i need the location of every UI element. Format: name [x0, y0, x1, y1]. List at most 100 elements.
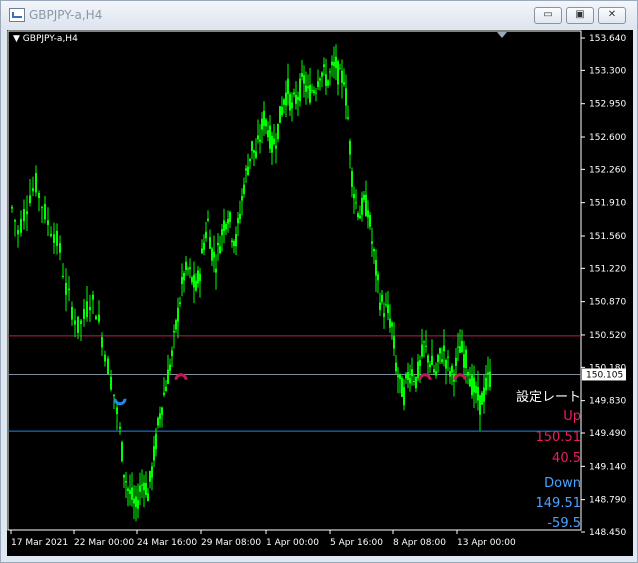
- candle-body: [297, 96, 299, 101]
- price-tick-label: 150.520: [589, 331, 626, 341]
- candle-body: [116, 407, 118, 415]
- candle-body: [41, 207, 43, 209]
- candle-body: [465, 349, 467, 369]
- candle-body: [143, 482, 145, 491]
- candle-body: [68, 288, 70, 291]
- candle-body: [375, 260, 377, 276]
- candle-body: [443, 345, 445, 352]
- price-tick-label: 153.300: [589, 66, 626, 76]
- candle-body: [407, 372, 409, 380]
- candle-body: [419, 360, 421, 367]
- candle-body: [471, 375, 473, 396]
- candle-body: [175, 320, 177, 330]
- candle-body: [92, 294, 94, 300]
- candle-body: [417, 361, 419, 378]
- candle-body: [293, 92, 295, 95]
- candle-body: [259, 139, 261, 142]
- candle-body: [181, 276, 183, 285]
- candle-body: [77, 316, 79, 333]
- down-label: Down: [544, 476, 581, 491]
- candle-body: [381, 294, 383, 302]
- candle-body: [411, 369, 413, 377]
- candle-body: [395, 362, 397, 372]
- candle-body: [255, 151, 257, 158]
- candle-body: [349, 140, 351, 155]
- up-value: 150.51: [535, 430, 582, 445]
- candle-body: [135, 496, 137, 508]
- chart-canvas[interactable]: 153.640 153.300 152.950 152.600 152.260 151.9…: [7, 30, 633, 556]
- candle-body: [165, 386, 167, 392]
- candle-body: [59, 243, 61, 253]
- candle-body: [145, 483, 147, 496]
- candle-body: [173, 330, 175, 333]
- candle-body: [361, 197, 363, 215]
- candle-body: [229, 212, 231, 222]
- window-title: GBPJPY-a,H4: [29, 8, 103, 22]
- candle-body: [137, 500, 139, 509]
- candle-body: [123, 474, 125, 478]
- candle-body: [445, 359, 447, 369]
- candle-body: [287, 78, 289, 95]
- maximize-button[interactable]: ▣: [566, 7, 594, 24]
- candle-body: [425, 345, 427, 347]
- symbol-dropdown-icon[interactable]: ▼: [13, 34, 20, 44]
- candle-body: [213, 251, 215, 258]
- candle-body: [241, 196, 243, 201]
- candle-body: [71, 307, 73, 320]
- candle-body: [313, 90, 315, 93]
- candle-body: [209, 237, 211, 249]
- candle-body: [415, 376, 417, 389]
- candle-body: [365, 194, 367, 216]
- candle-body: [237, 218, 239, 224]
- candle-body: [327, 80, 329, 86]
- chart-window: GBPJPY-a,H4 ▭ ▣ ✕ 153.640 153.300 152.950 1…: [0, 0, 638, 563]
- candle-body: [463, 354, 465, 368]
- candle-body: [347, 117, 349, 119]
- candle-body: [233, 241, 235, 247]
- candle-body: [399, 374, 401, 379]
- candle-body: [243, 184, 245, 194]
- chart-icon: [9, 8, 25, 22]
- candle-body: [475, 385, 477, 394]
- down-diff: -59.5: [547, 516, 581, 531]
- candle-body: [307, 86, 309, 89]
- candle-body: [447, 356, 449, 358]
- candle-body: [405, 373, 407, 379]
- candle-body: [459, 346, 461, 353]
- minimize-button[interactable]: ▭: [534, 7, 562, 24]
- up-signal-marker-icon-arc: [418, 373, 432, 380]
- candle-body: [38, 192, 40, 199]
- candle-body: [427, 355, 429, 363]
- close-button[interactable]: ✕: [598, 7, 626, 24]
- candle-body: [467, 372, 469, 376]
- candle-body: [277, 123, 279, 140]
- candle-body: [153, 446, 155, 461]
- candle-body: [159, 413, 161, 419]
- candle-body: [183, 272, 185, 281]
- candle-body: [291, 102, 293, 109]
- price-tick-label: 151.220: [589, 264, 626, 274]
- candle-body: [271, 135, 273, 153]
- candle-body: [401, 377, 403, 397]
- candle-body: [421, 344, 423, 357]
- time-tick-label: 13 Apr 00:00: [457, 538, 516, 548]
- candle-body: [29, 195, 31, 204]
- candle-body: [413, 380, 415, 382]
- candle-body: [261, 118, 263, 130]
- candle-body: [311, 90, 313, 92]
- candle-body: [50, 233, 52, 237]
- candle-body: [125, 481, 127, 483]
- price-tick-label: 153.640: [589, 34, 626, 44]
- candle-body: [17, 230, 19, 235]
- candle-body: [301, 73, 303, 77]
- price-chart[interactable]: 153.640 153.300 152.950 152.600 152.260 151.9…: [7, 30, 633, 556]
- candle-body: [133, 498, 135, 504]
- candle-body: [265, 119, 267, 127]
- title-bar[interactable]: GBPJPY-a,H4 ▭ ▣ ✕: [1, 1, 637, 29]
- time-tick-label: 1 Apr 00:00: [266, 538, 319, 548]
- candle-body: [267, 130, 269, 138]
- candle-body: [74, 320, 76, 325]
- candle-body: [239, 213, 241, 220]
- candle-body: [23, 209, 25, 222]
- candle-body: [485, 377, 487, 391]
